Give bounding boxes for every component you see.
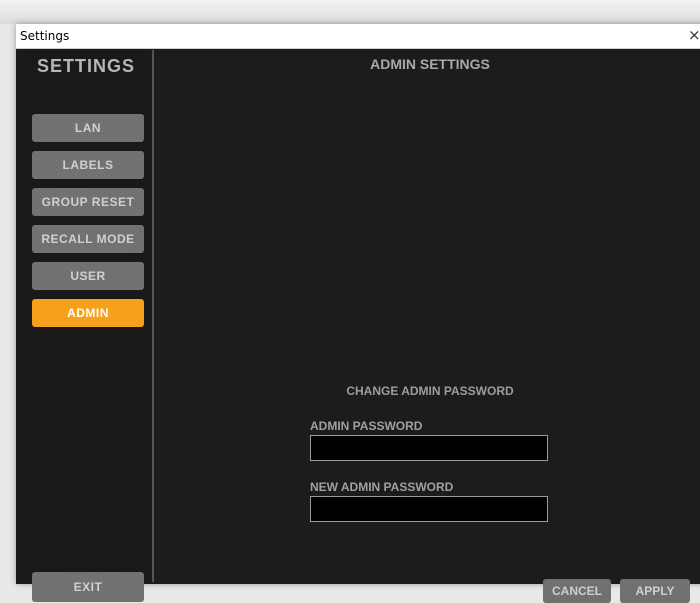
window-shadow — [0, 0, 700, 24]
apply-button[interactable]: APPLY — [620, 579, 690, 603]
exit-button[interactable]: EXIT — [32, 572, 144, 602]
sidebar-item-admin[interactable]: ADMIN — [32, 299, 144, 327]
sidebar-item-recall-mode[interactable]: RECALL MODE — [32, 225, 144, 253]
settings-window: Settings × SETTINGS LAN LABELS GROUP RES… — [16, 24, 700, 603]
sidebar-item-user[interactable]: USER — [32, 262, 144, 290]
close-icon[interactable]: × — [688, 26, 700, 44]
sidebar: SETTINGS LAN LABELS GROUP RESET RECALL M… — [18, 50, 150, 602]
sidebar-title: SETTINGS — [36, 56, 135, 76]
window-title: Settings — [20, 29, 70, 43]
sidebar-item-labels[interactable]: LABELS — [32, 151, 144, 179]
change-password-heading: CHANGE ADMIN PASSWORD — [346, 384, 514, 398]
cancel-button[interactable]: CANCEL — [543, 579, 611, 603]
page-title: ADMIN SETTINGS — [370, 56, 490, 72]
admin-password-input[interactable] — [310, 435, 548, 461]
admin-password-label: ADMIN PASSWORD — [310, 419, 423, 433]
sidebar-item-lan[interactable]: LAN — [32, 114, 144, 142]
new-admin-password-input[interactable] — [310, 496, 548, 522]
sidebar-item-group-reset[interactable]: GROUP RESET — [32, 188, 144, 216]
new-admin-password-label: NEW ADMIN PASSWORD — [310, 480, 454, 494]
title-bar: Settings × — [16, 24, 700, 49]
main-panel: ADMIN SETTINGS CHANGE ADMIN PASSWORD ADM… — [154, 50, 700, 603]
